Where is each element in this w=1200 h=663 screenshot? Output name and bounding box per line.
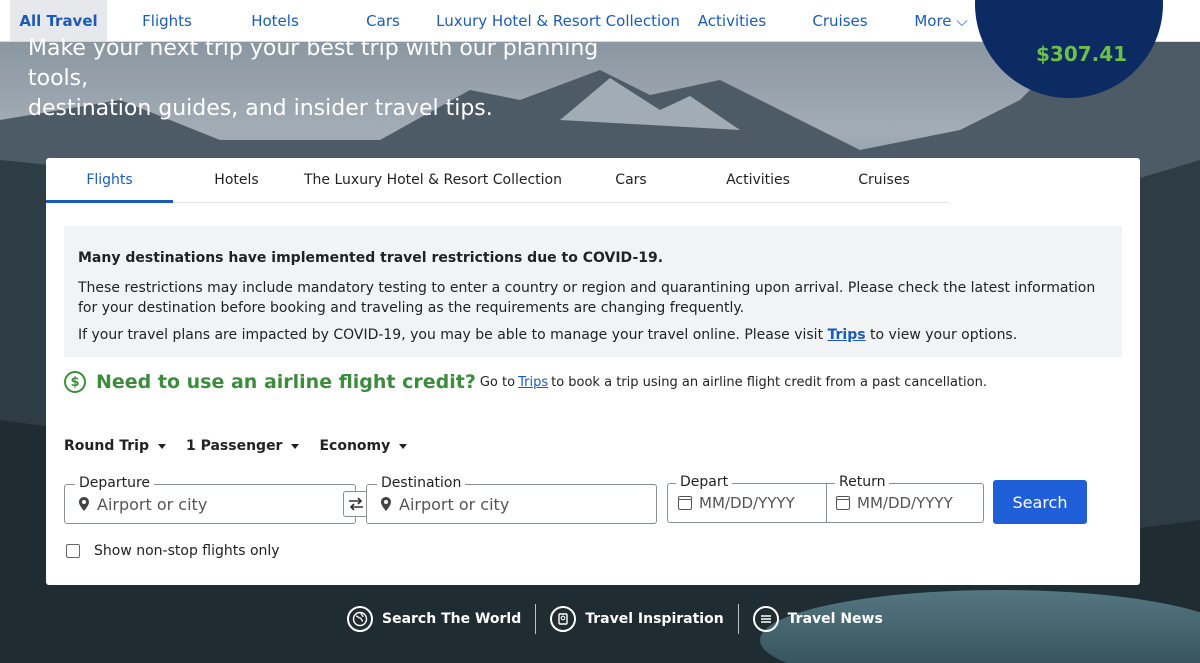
credit-text: Go to Trips to book a trip using an airlin… — [480, 375, 987, 390]
credit-text-after: to book a trip using an airline flight c… — [551, 374, 987, 390]
travel-news-label: Travel News — [787, 611, 883, 627]
travel-news-link[interactable]: Travel News — [752, 606, 883, 632]
nonstop-option[interactable]: Show non-stop flights only — [66, 543, 280, 559]
search-card: Flights Hotels The Luxury Hotel & Resort… — [46, 158, 1140, 585]
cabin-value: Economy — [319, 438, 391, 454]
swap-arrows-icon — [349, 497, 363, 511]
search-the-world-label: Search The World — [382, 611, 522, 627]
return-date-input[interactable]: MM/DD/YYYY — [836, 484, 953, 522]
tab-cruises[interactable]: Cruises — [820, 158, 948, 202]
hero-tagline: Make your next trip your best trip with … — [28, 34, 628, 124]
location-pin-icon — [381, 497, 391, 511]
credit-trips-link[interactable]: Trips — [518, 375, 548, 390]
tab-luxury-collection[interactable]: The Luxury Hotel & Resort Collection — [300, 158, 566, 202]
notice-text-before: If your travel plans are impacted by COV… — [78, 327, 828, 343]
depart-date-input[interactable]: MM/DD/YYYY — [678, 484, 795, 522]
passenger-dropdown[interactable]: 1 Passenger — [186, 438, 300, 454]
search-tabs: Flights Hotels The Luxury Hotel & Resort… — [46, 158, 948, 203]
location-pin-icon — [79, 497, 89, 511]
trip-type-value: Round Trip — [64, 438, 149, 454]
news-icon — [752, 606, 779, 632]
departure-field[interactable]: Departure Airport or city — [64, 475, 356, 524]
bottom-link-divider — [737, 604, 739, 634]
credit-title: Need to use an airline flight credit? — [96, 371, 476, 393]
globe-icon — [347, 606, 373, 632]
credit-text-before: Go to — [479, 374, 516, 390]
bottom-links: Search The World Travel Inspiration Trav… — [347, 604, 883, 634]
top-nav-cruises[interactable]: Cruises — [791, 0, 889, 41]
date-divider — [826, 484, 827, 522]
depart-placeholder: MM/DD/YYYY — [699, 494, 795, 512]
calendar-icon — [836, 496, 850, 510]
notice-title: Many destinations have implemented trave… — [78, 250, 664, 266]
return-placeholder: MM/DD/YYYY — [857, 494, 953, 512]
flight-credit-row: $ Need to use an airline flight credit? … — [64, 371, 987, 393]
tab-activities[interactable]: Activities — [696, 158, 820, 202]
destination-input[interactable]: Airport or city — [381, 485, 509, 523]
top-nav-activities[interactable]: Activities — [673, 0, 791, 41]
cabin-dropdown[interactable]: Economy — [319, 438, 408, 454]
notice-paragraph-1: These restrictions may include mandatory… — [78, 280, 1096, 316]
notice-paragraph-2: If your travel plans are impacted by COV… — [78, 325, 1108, 345]
passenger-value: 1 Passenger — [185, 438, 283, 454]
caret-down-icon — [291, 443, 300, 449]
nonstop-checkbox[interactable] — [66, 544, 80, 558]
hero-line-2: destination guides, and insider travel t… — [28, 96, 493, 121]
bottom-link-divider — [535, 604, 537, 634]
notice-text-after: to view your options. — [865, 327, 1018, 343]
search-button[interactable]: Search — [993, 480, 1087, 524]
covid-notice: Many destinations have implemented trave… — [64, 226, 1122, 357]
trip-type-dropdown[interactable]: Round Trip — [64, 438, 166, 454]
travel-inspiration-link[interactable]: Travel Inspiration — [550, 606, 724, 632]
tab-flights[interactable]: Flights — [46, 158, 173, 203]
departure-placeholder: Airport or city — [97, 494, 208, 514]
destination-placeholder: Airport or city — [399, 494, 510, 514]
departure-input[interactable]: Airport or city — [79, 485, 207, 523]
date-range-field: Depart Return MM/DD/YYYY MM/DD/YYYY — [667, 474, 984, 523]
notice-trips-link[interactable]: Trips — [828, 327, 866, 343]
search-the-world-link[interactable]: Search The World — [347, 606, 521, 632]
destination-field[interactable]: Destination Airport or city — [366, 475, 657, 524]
caret-down-icon — [157, 443, 166, 449]
hero-line-1: Make your next trip your best trip with … — [28, 36, 599, 91]
trip-options: Round Trip 1 Passenger Economy — [64, 438, 408, 454]
tab-hotels[interactable]: Hotels — [173, 158, 300, 202]
tab-cars[interactable]: Cars — [566, 158, 696, 202]
rewards-badge-value: $307.41 — [1036, 42, 1128, 66]
travel-inspiration-label: Travel Inspiration — [585, 611, 724, 627]
passport-icon — [550, 606, 577, 632]
calendar-icon — [678, 496, 692, 510]
dollar-circle-icon: $ — [64, 371, 86, 393]
nonstop-label: Show non-stop flights only — [94, 543, 280, 559]
caret-down-icon — [399, 443, 408, 449]
